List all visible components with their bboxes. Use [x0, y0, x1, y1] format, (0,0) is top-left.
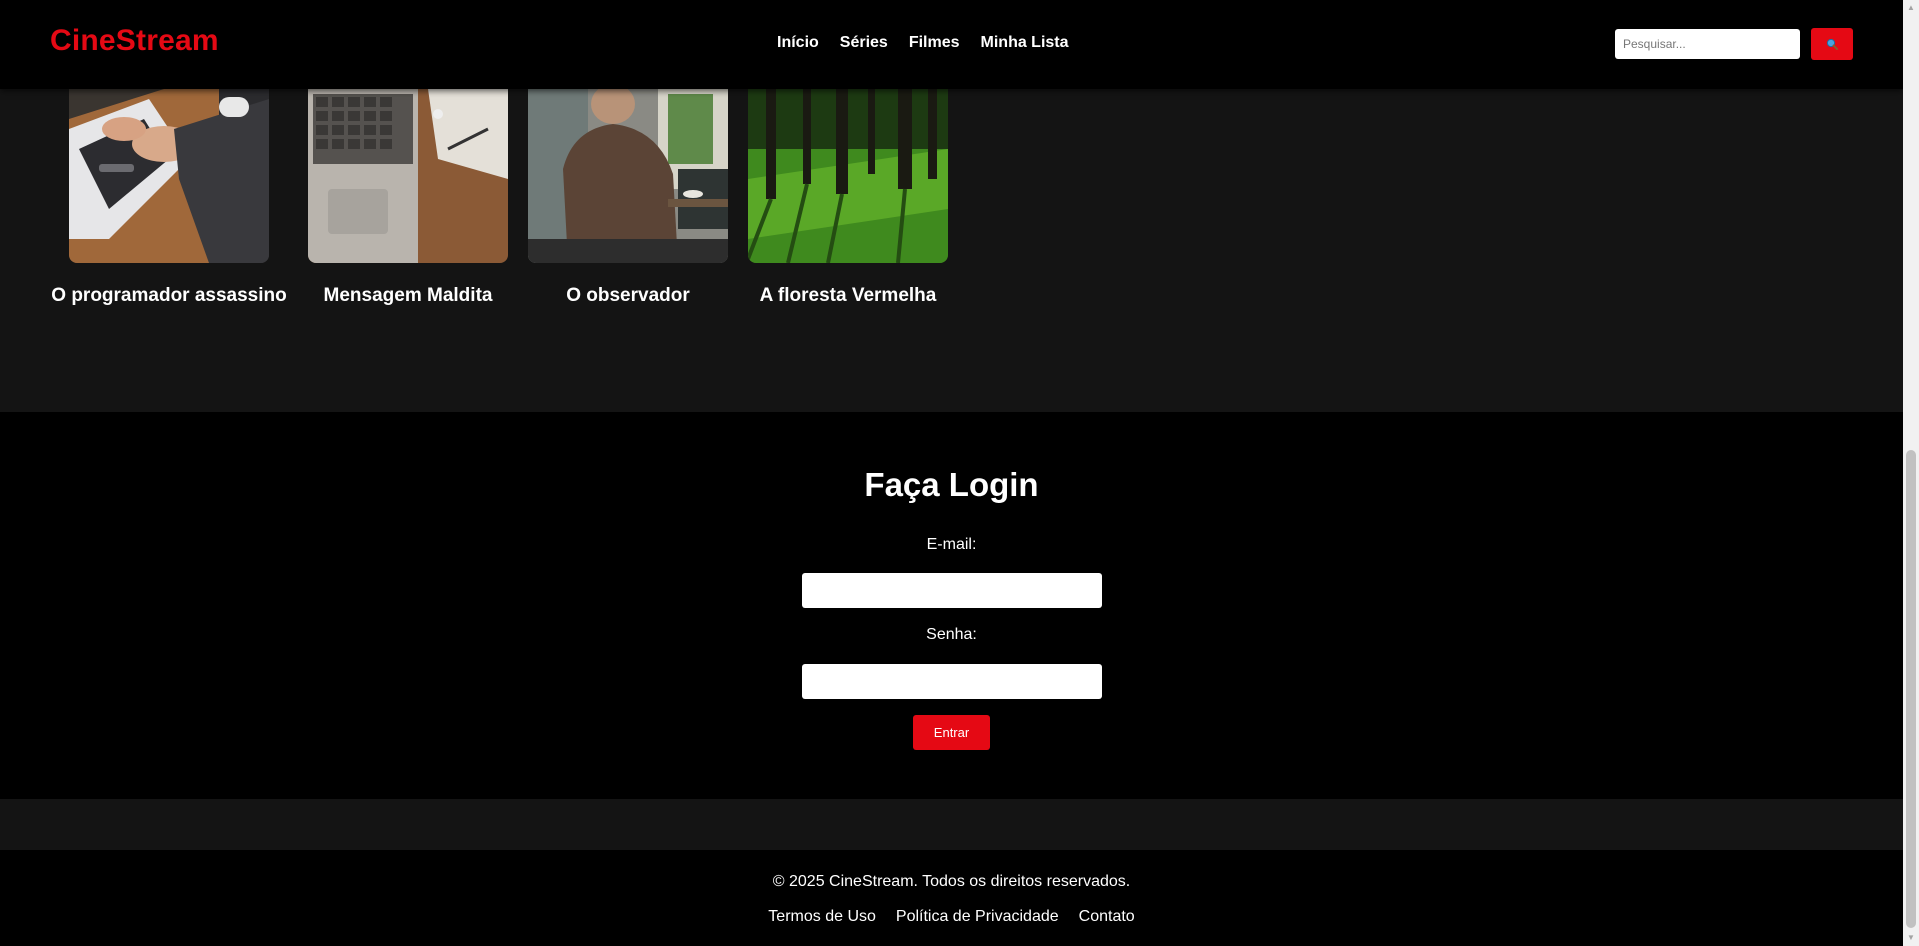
nav-link-filmes[interactable]: Filmes [909, 34, 960, 52]
site-header: CineStream Início Séries Filmes Minha Li… [0, 0, 1903, 89]
footer-link-privacy[interactable]: Política de Privacidade [896, 908, 1059, 926]
footer-links: Termos de Uso Política de Privacidade Co… [0, 908, 1903, 926]
search-input[interactable] [1615, 29, 1800, 59]
email-field[interactable] [802, 573, 1102, 608]
nav-link-series[interactable]: Séries [840, 34, 888, 52]
laptop-typing-image [69, 89, 269, 263]
movie-thumbnail[interactable] [528, 89, 728, 263]
scroll-up-arrow-icon[interactable]: ▲ [1903, 0, 1919, 16]
nav-link-minha-lista[interactable]: Minha Lista [981, 34, 1069, 52]
movie-grid: O programador assassino Mensagem Maldita… [0, 89, 1903, 412]
movie-thumbnail[interactable] [308, 89, 508, 263]
laptop-desk-image [308, 89, 508, 263]
copyright-text: © 2025 CineStream. Todos os direitos res… [772, 873, 1131, 890]
password-label: Senha: [926, 626, 977, 643]
site-logo[interactable]: CineStream [50, 24, 219, 58]
forest-image [748, 89, 948, 263]
movie-title: O programador assassino [51, 285, 287, 306]
main-nav: Início Séries Filmes Minha Lista [777, 34, 1069, 52]
search-icon [1826, 38, 1838, 50]
search-button[interactable] [1811, 28, 1853, 60]
login-title: Faça Login [864, 466, 1039, 503]
login-button[interactable]: Entrar [913, 715, 990, 750]
movie-thumbnail[interactable] [748, 89, 948, 263]
footer-link-terms[interactable]: Termos de Uso [768, 908, 876, 926]
site-footer: © 2025 CineStream. Todos os direitos res… [0, 850, 1903, 946]
movie-title: A floresta Vermelha [759, 285, 937, 306]
email-label: E-mail: [926, 536, 977, 553]
footer-link-contact[interactable]: Contato [1079, 908, 1135, 926]
page: CineStream Início Séries Filmes Minha Li… [0, 0, 1903, 946]
man-in-cafe-image [528, 89, 728, 263]
scroll-down-arrow-icon[interactable]: ▼ [1903, 930, 1919, 946]
page-scrollbar[interactable]: ▲ ▼ [1903, 0, 1919, 946]
section-divider [0, 799, 1903, 850]
movie-thumbnail[interactable] [69, 89, 269, 263]
password-field[interactable] [802, 664, 1102, 699]
login-section: Faça Login E-mail: Senha: Entrar [0, 412, 1903, 799]
scrollbar-thumb[interactable] [1906, 450, 1916, 928]
nav-link-inicio[interactable]: Início [777, 34, 819, 52]
